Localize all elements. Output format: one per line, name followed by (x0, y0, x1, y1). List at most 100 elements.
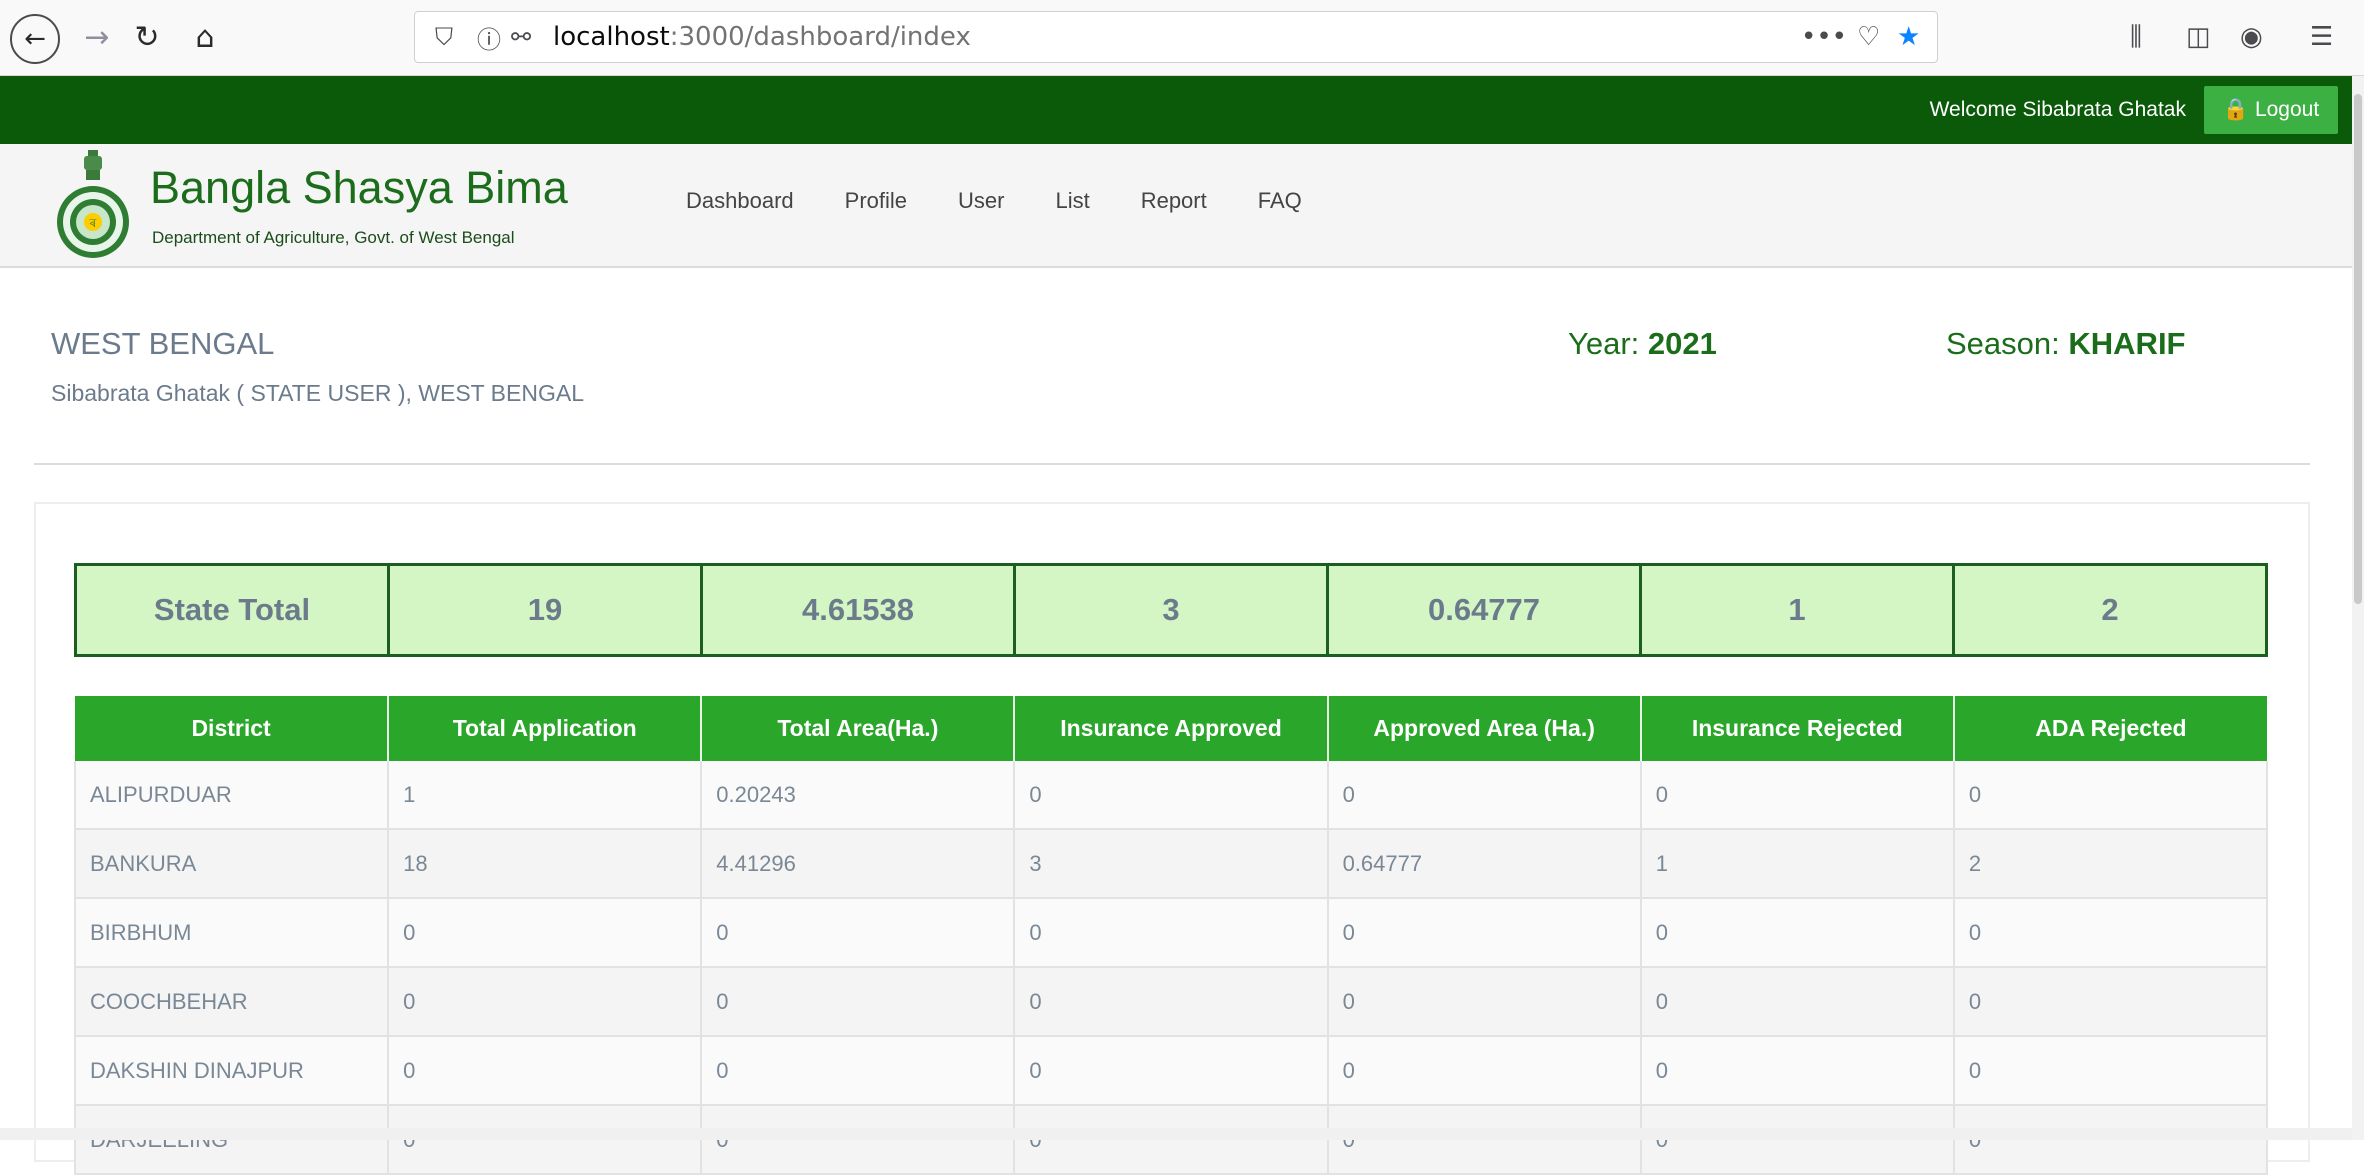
district-table: District Total Application Total Area(Ha… (73, 696, 2269, 1175)
menu-icon[interactable]: ☰ (2310, 12, 2333, 62)
table-cell: 0 (1640, 967, 1955, 1037)
table-row: DAKSHIN DINAJPUR 0 0 0 0 0 0 (73, 1036, 2269, 1106)
table-cell: 0 (1327, 761, 1642, 830)
table-row: ALIPURDUAR 1 0.20243 0 0 0 0 (73, 761, 2269, 830)
info-icon[interactable]: ⓘ (477, 12, 501, 62)
table-cell: COOCHBEHAR (73, 967, 390, 1037)
divider (34, 463, 2310, 465)
table-cell: 18 (388, 829, 703, 899)
table-cell: 0 (701, 898, 1016, 968)
logout-button[interactable]: 🔒 Logout (2204, 86, 2338, 134)
season-label: Season: (1946, 326, 2060, 361)
nav-report[interactable]: Report (1141, 188, 1207, 214)
browser-toolbar: ← → ↻ ⌂ ⛉ ⓘ ⚯ localhost:3000/dashboard/i… (0, 0, 2364, 76)
column-header-total-application: Total Application (388, 696, 703, 761)
table-row: COOCHBEHAR 0 0 0 0 0 0 (73, 967, 2269, 1037)
url-path: :3000/dashboard/index (669, 22, 971, 52)
lock-icon: 🔒 (2222, 98, 2249, 121)
reload-icon[interactable]: ↻ (122, 12, 172, 62)
nav-profile[interactable]: Profile (845, 188, 907, 214)
state-total-applications: 19 (387, 563, 703, 657)
scrollbar-thumb[interactable] (2354, 94, 2362, 604)
table-cell: BIRBHUM (73, 898, 390, 968)
state-total-row: State Total 19 4.61538 3 0.64777 1 2 (74, 563, 2268, 657)
home-icon[interactable]: ⌂ (180, 12, 230, 62)
page-actions-icon[interactable]: ••• (1801, 12, 1847, 62)
state-total-insurance-rejected: 1 (1639, 563, 1955, 657)
nav-list[interactable]: List (1055, 188, 1089, 214)
table-cell: 0 (701, 967, 1016, 1037)
table-cell: BANKURA (73, 829, 390, 899)
table-cell: 3 (1014, 829, 1329, 899)
main-nav: Dashboard Profile User List Report FAQ (686, 188, 1353, 214)
column-header-total-area: Total Area(Ha.) (701, 696, 1016, 761)
state-name: WEST BENGAL (51, 326, 275, 361)
table-cell: 0 (1640, 761, 1955, 830)
table-cell: 0 (388, 967, 703, 1037)
table-cell: 0 (701, 1036, 1016, 1106)
address-bar[interactable]: ⛉ ⓘ ⚯ localhost:3000/dashboard/index •••… (414, 11, 1938, 63)
table-cell: 1 (1640, 829, 1955, 899)
account-icon[interactable]: ◉ (2240, 12, 2263, 62)
table-row: BIRBHUM 0 0 0 0 0 0 (73, 898, 2269, 968)
nav-faq[interactable]: FAQ (1258, 188, 1302, 214)
user-line: Sibabrata Ghatak ( STATE USER ), WEST BE… (51, 380, 584, 406)
state-total-approved: 3 (1013, 563, 1329, 657)
state-total-ada-rejected: 2 (1952, 563, 2268, 657)
nav-user[interactable]: User (958, 188, 1004, 214)
season-display: Season: KHARIF (1946, 326, 2186, 362)
column-header-district: District (75, 696, 390, 761)
year-display: Year: 2021 (1568, 326, 1717, 362)
shield-icon[interactable]: ⛉ (435, 12, 453, 62)
vertical-scrollbar[interactable] (2352, 76, 2364, 1140)
state-total-label: State Total (74, 563, 390, 657)
table-cell: 0 (1953, 761, 2269, 830)
table-cell: 0 (1327, 898, 1642, 968)
column-header-insurance-rejected: Insurance Rejected (1640, 696, 1955, 761)
column-header-ada-rejected: ADA Rejected (1953, 696, 2267, 761)
table-cell: 0 (1640, 898, 1955, 968)
bottom-edge (0, 1128, 2352, 1140)
table-cell: DAKSHIN DINAJPUR (73, 1036, 390, 1106)
table-cell: 4.41296 (701, 829, 1016, 899)
url-host: localhost (553, 22, 670, 52)
column-header-insurance-approved: Insurance Approved (1014, 696, 1329, 761)
logout-label: Logout (2254, 98, 2320, 121)
table-row: BANKURA 18 4.41296 3 0.64777 1 2 (73, 829, 2269, 899)
table-cell: 0 (1953, 898, 2269, 968)
year-value: 2021 (1647, 326, 1717, 361)
back-arrow-icon[interactable]: ← (10, 14, 60, 64)
emblem-logo-icon: ৰ (57, 150, 129, 258)
table-cell: 0 (1327, 1036, 1642, 1106)
column-header-approved-area: Approved Area (Ha.) (1327, 696, 1642, 761)
library-icon[interactable]: ⫼ (2130, 12, 2142, 62)
table-cell: 0 (1953, 1036, 2269, 1106)
forward-arrow-icon[interactable]: → (72, 12, 122, 62)
table-cell: 0.20243 (701, 761, 1016, 830)
state-total-area: 4.61538 (700, 563, 1016, 657)
table-cell: 0 (388, 898, 703, 968)
top-strip: Welcome Sibabrata Ghatak 🔒 Logout (0, 76, 2352, 144)
table-cell: 0 (1327, 967, 1642, 1037)
pocket-icon[interactable]: ♡ (1857, 12, 1880, 62)
table-cell: 0 (1014, 967, 1329, 1037)
table-cell: 0 (1014, 898, 1329, 968)
table-cell: 0.64777 (1327, 829, 1642, 899)
nav-dashboard[interactable]: Dashboard (686, 188, 794, 214)
table-cell: 1 (388, 761, 703, 830)
sidebar-icon[interactable]: ◫ (2186, 12, 2211, 62)
table-cell: 0 (1014, 1036, 1329, 1106)
year-label: Year: (1568, 326, 1640, 361)
table-cell: 0 (1640, 1036, 1955, 1106)
bookmark-star-icon[interactable]: ★ (1897, 12, 1920, 62)
url-text[interactable]: localhost:3000/dashboard/index (553, 12, 971, 62)
table-cell: ALIPURDUAR (73, 761, 390, 830)
table-header-row: District Total Application Total Area(Ha… (75, 696, 2267, 761)
svg-text:ৰ: ৰ (89, 216, 97, 230)
table-cell: 2 (1953, 829, 2269, 899)
state-total-approved-area: 0.64777 (1326, 563, 1642, 657)
site-header: ৰ Bangla Shasya Bima Department of Agric… (0, 144, 2352, 268)
permissions-icon[interactable]: ⚯ (511, 12, 531, 62)
brand-title: Bangla Shasya Bima (150, 162, 568, 213)
table-cell: 0 (1014, 761, 1329, 830)
